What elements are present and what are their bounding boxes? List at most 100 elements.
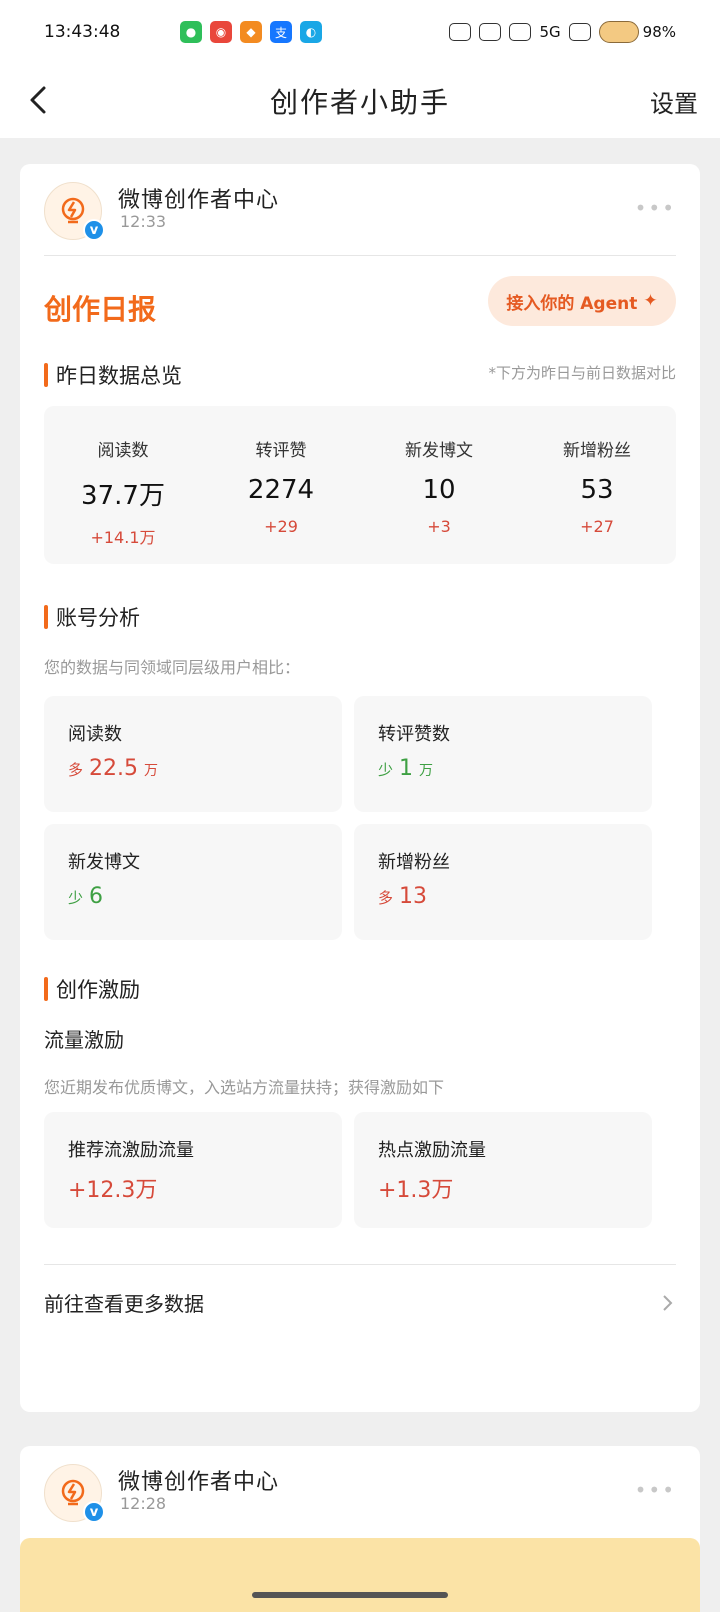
- incentive-heading-text: 创作激励: [56, 978, 140, 1002]
- incentive-hotspot: 热点激励流量 +1.3万: [354, 1112, 652, 1228]
- comparison-number: 6: [89, 884, 104, 909]
- analysis-new-fans: 新增粉丝 多 13: [354, 824, 652, 940]
- incentive-label: 热点激励流量: [378, 1140, 486, 1161]
- alipay-icon: 支: [270, 21, 292, 43]
- comparison-number: 1: [399, 756, 414, 781]
- overview-stats: 阅读数 37.7万 +14.1万 转评赞 2274 +29 新发博文 10 +3…: [44, 406, 676, 564]
- stat-label: 转评赞: [255, 441, 307, 461]
- qq-icon: ◐: [300, 21, 322, 43]
- sender-name[interactable]: 微博创作者中心: [118, 182, 279, 214]
- stat-value: 10: [422, 475, 456, 505]
- comparison-number: 13: [399, 884, 428, 909]
- notification-icons: ● ◉ ◆ 支 ◐: [180, 21, 322, 43]
- sender-name[interactable]: 微博创作者中心: [118, 1464, 279, 1496]
- stat-label: 阅读数: [97, 441, 149, 461]
- analysis-heading-text: 账号分析: [56, 606, 140, 630]
- comparison-unit: 万: [144, 763, 158, 779]
- network-label: 5G: [539, 23, 561, 41]
- stat-new-fans: 新增粉丝 53 +27: [518, 406, 676, 564]
- message-time: 12:33: [120, 212, 167, 231]
- incentive-recommend: 推荐流激励流量 +12.3万: [44, 1112, 342, 1228]
- analysis-label: 阅读数: [68, 724, 122, 745]
- page-title: 创作者小助手: [269, 86, 450, 119]
- analysis-heading: 账号分析: [44, 602, 140, 632]
- stat-delta: +3: [427, 517, 451, 536]
- status-time: 13:43:48: [44, 22, 121, 42]
- verified-badge-icon: v: [83, 1501, 105, 1523]
- signal-icon: [568, 23, 591, 41]
- stat-value: 53: [580, 475, 614, 505]
- traffic-incentive-title: 流量激励: [44, 1028, 124, 1052]
- message-header: v 微博创作者中心 12:33 •••: [44, 164, 676, 256]
- chevron-right-icon: [663, 1294, 673, 1311]
- promo-banner[interactable]: [20, 1538, 700, 1612]
- navigation-bar: 创作者小助手 设置: [0, 64, 720, 138]
- battery-indicator: 98%: [598, 21, 676, 43]
- connect-agent-button[interactable]: 接入你的 Agent ✦: [488, 276, 676, 326]
- analysis-description: 您的数据与同领域同层级用户相比：: [44, 658, 301, 677]
- view-more-data-link[interactable]: 前往查看更多数据: [44, 1264, 676, 1340]
- comparison-prefix: 少: [378, 761, 394, 779]
- stat-value: 2274: [247, 475, 315, 505]
- daily-report-card: v 微博创作者中心 12:33 ••• 创作日报 接入你的 Agent ✦ 昨日…: [20, 164, 700, 1412]
- analysis-value: 多 22.5 万: [68, 756, 158, 781]
- avatar[interactable]: v: [44, 1464, 105, 1523]
- section-marker: [44, 363, 48, 387]
- overview-heading: 昨日数据总览: [44, 360, 182, 390]
- incentive-heading: 创作激励: [44, 974, 140, 1004]
- analysis-value: 少 1 万: [378, 756, 433, 781]
- sparkle-icon: ✦: [643, 291, 658, 311]
- overview-note: *下方为昨日与前日数据对比: [488, 364, 676, 382]
- stat-label: 新发博文: [405, 441, 473, 461]
- message-header: v 微博创作者中心 12:28 •••: [44, 1446, 676, 1538]
- analysis-label: 新发博文: [68, 852, 140, 873]
- shopping-app-icon: ◆: [240, 21, 262, 43]
- analysis-label: 新增粉丝: [378, 852, 450, 873]
- section-marker: [44, 605, 48, 629]
- home-indicator[interactable]: [252, 1592, 448, 1598]
- settings-button[interactable]: 设置: [650, 84, 698, 119]
- silent-icon: [449, 23, 472, 41]
- comparison-unit: 万: [419, 763, 434, 779]
- lightbulb-bolt-icon: [61, 1479, 85, 1506]
- analysis-engagement: 转评赞数 少 1 万: [354, 696, 652, 812]
- battery-icon: [598, 21, 639, 43]
- more-options-icon[interactable]: •••: [635, 196, 676, 220]
- analysis-label: 转评赞数: [378, 724, 450, 745]
- stat-delta: +14.1万: [90, 528, 156, 547]
- system-status: 5G 98%: [449, 21, 676, 43]
- comparison-prefix: 少: [68, 889, 84, 907]
- comparison-prefix: 多: [378, 889, 394, 907]
- incentive-description: 您近期发布优质博文，入选站方流量扶持；获得激励如下: [44, 1078, 445, 1097]
- view-more-label: 前往查看更多数据: [44, 1292, 204, 1316]
- incentive-value: +12.3万: [68, 1178, 158, 1203]
- connect-agent-label: 接入你的 Agent: [506, 293, 638, 314]
- message-time: 12:28: [120, 1494, 167, 1513]
- weibo-icon: ◉: [210, 21, 232, 43]
- analysis-value: 多 13: [378, 884, 427, 909]
- message-card-2: v 微博创作者中心 12:28 •••: [20, 1446, 700, 1612]
- analysis-value: 少 6: [68, 884, 103, 909]
- incentive-value: +1.3万: [378, 1178, 454, 1203]
- incentive-label: 推荐流激励流量: [68, 1140, 194, 1161]
- section-marker: [44, 977, 48, 1001]
- stat-reads: 阅读数 37.7万 +14.1万: [44, 406, 202, 564]
- wechat-icon: ●: [180, 21, 202, 43]
- stat-label: 新增粉丝: [563, 441, 631, 461]
- analysis-new-posts: 新发博文 少 6: [44, 824, 342, 940]
- stat-value: 37.7万: [81, 481, 165, 511]
- comparison-prefix: 多: [68, 761, 84, 779]
- stat-delta: +29: [264, 517, 298, 536]
- stat-engagement: 转评赞 2274 +29: [202, 406, 360, 564]
- battery-level: 98%: [642, 23, 676, 41]
- more-options-icon[interactable]: •••: [635, 1478, 676, 1502]
- vibrate-icon: [479, 23, 502, 41]
- comparison-number: 22.5: [89, 756, 138, 781]
- avatar[interactable]: v: [44, 182, 105, 241]
- wifi-icon: [509, 23, 532, 41]
- status-bar: 13:43:48 ● ◉ ◆ 支 ◐ 5G 98%: [0, 0, 720, 64]
- stat-new-posts: 新发博文 10 +3: [360, 406, 518, 564]
- report-title: 创作日报: [44, 293, 157, 326]
- back-arrow-icon[interactable]: [22, 82, 58, 118]
- lightbulb-bolt-icon: [61, 197, 85, 224]
